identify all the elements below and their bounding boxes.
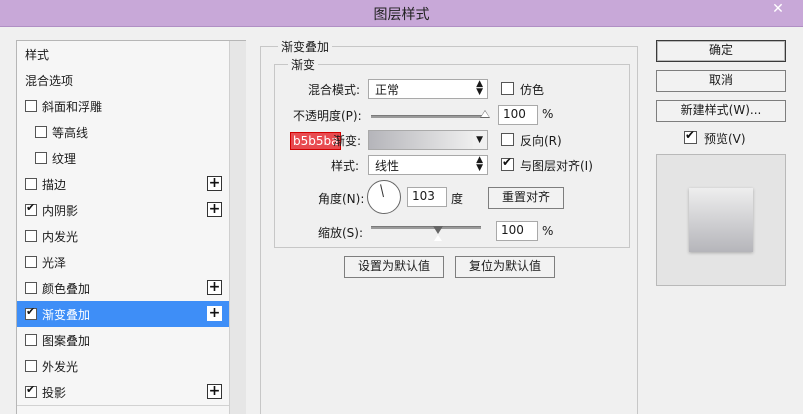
dither-checkbox[interactable] — [501, 82, 514, 95]
sidebar-item-label: 内发光 — [42, 230, 79, 244]
scale-slider-thumb[interactable] — [433, 226, 443, 241]
sidebar-item-label: 光泽 — [42, 256, 67, 270]
sidebar-item[interactable]: 渐变叠加 + — [17, 301, 229, 328]
sidebar-item-checkbox[interactable] — [35, 126, 47, 138]
opacity-unit: % — [542, 107, 554, 121]
opacity-label: 不透明度(P): — [293, 109, 362, 123]
ok-button[interactable]: 确定 — [656, 40, 786, 62]
sidebar-item[interactable]: 混合选项 — [17, 67, 229, 94]
sidebar-item[interactable]: 投影 + — [17, 379, 229, 406]
plus-icon[interactable]: + — [207, 384, 222, 399]
section-title: 渐变叠加 — [278, 38, 333, 55]
reverse-checkbox[interactable] — [501, 133, 514, 146]
sidebar-item[interactable]: 斜面和浮雕 — [17, 93, 229, 120]
sidebar-item[interactable]: 图案叠加 — [17, 327, 229, 354]
reset-align-button[interactable]: 重置对齐 — [488, 187, 564, 209]
align-with-layer-checkbox[interactable] — [501, 155, 514, 171]
angle-label: 角度(N): — [318, 192, 365, 206]
sidebar-item[interactable]: 外发光 — [17, 353, 229, 380]
close-icon[interactable]: ✕ — [763, 0, 793, 18]
sidebar-item-checkbox[interactable] — [25, 305, 37, 320]
set-default-button[interactable]: 设置为默认值 — [344, 256, 444, 278]
blend-mode-value: 正常 — [375, 83, 400, 97]
sidebar-item-checkbox[interactable] — [25, 230, 37, 242]
sidebar-item[interactable]: 描边 + — [17, 171, 229, 198]
sidebar-item[interactable]: 纹理 — [17, 145, 229, 172]
sidebar-item-label: 样式 — [25, 48, 50, 62]
sidebar-item-label: 混合选项 — [25, 74, 74, 88]
sidebar-item[interactable]: 颜色叠加 + — [17, 275, 229, 302]
style-label: 样式: — [331, 159, 360, 173]
angle-value: 103 — [412, 189, 435, 203]
updown-arrows-icon: ▲ ▼ — [476, 79, 483, 97]
sidebar-item-checkbox[interactable] — [25, 256, 37, 268]
gradient-swatch[interactable] — [369, 131, 473, 149]
scale-value: 100 — [501, 223, 524, 237]
plus-icon[interactable]: + — [207, 306, 222, 321]
dialog-title: 图层样式 — [373, 7, 430, 23]
reset-default-button[interactable]: 复位为默认值 — [455, 256, 555, 278]
sidebar-item[interactable]: 等高线 — [17, 119, 229, 146]
angle-input[interactable]: 103 — [407, 187, 447, 207]
cancel-button[interactable]: 取消 — [656, 70, 786, 92]
preview-box — [656, 154, 786, 286]
sidebar-item-checkbox[interactable] — [25, 282, 37, 294]
sidebar-item-checkbox[interactable] — [25, 201, 37, 216]
sidebar-item-label: 内阴影 — [42, 204, 79, 218]
style-value: 线性 — [375, 159, 400, 173]
gradient-label: 渐变: — [333, 134, 362, 148]
reverse-label: 反向(R) — [520, 134, 562, 148]
scale-input[interactable]: 100 — [496, 221, 538, 241]
angle-dial-needle — [380, 184, 384, 198]
plus-icon[interactable]: + — [207, 176, 222, 191]
dither-label: 仿色 — [520, 83, 545, 97]
scale-label: 缩放(S): — [318, 226, 364, 240]
sidebar-item-checkbox[interactable] — [25, 360, 37, 372]
angle-dial[interactable] — [367, 180, 401, 214]
sidebar-item[interactable]: 样式 — [17, 41, 229, 68]
sidebar-item-checkbox[interactable] — [35, 152, 47, 164]
opacity-input[interactable]: 100 — [498, 105, 538, 125]
new-style-button[interactable]: 新建样式(W)... — [656, 100, 786, 122]
scale-slider-track[interactable] — [371, 226, 481, 229]
plus-icon[interactable]: + — [207, 202, 222, 217]
scale-unit: % — [542, 224, 554, 238]
preview-checkbox[interactable] — [684, 128, 697, 144]
sidebar-item-label: 颜色叠加 — [42, 282, 91, 296]
sidebar-item[interactable]: 内发光 — [17, 223, 229, 250]
sidebar-item-checkbox[interactable] — [25, 383, 37, 398]
sidebar-item-checkbox[interactable] — [25, 178, 37, 190]
opacity-value: 100 — [503, 107, 526, 121]
sidebar-item-label: 渐变叠加 — [42, 308, 91, 322]
title-bar: 图层样式 ✕ — [0, 0, 803, 27]
styles-list: 样式混合选项斜面和浮雕等高线纹理描边 + 内阴影 + 内发光光泽颜色叠加 + 渐变叠加 + 图案… — [16, 40, 246, 414]
sidebar-item-label: 等高线 — [52, 126, 89, 140]
sidebar-item-label: 纹理 — [52, 152, 77, 166]
style-select[interactable]: 线性 ▲ ▼ — [368, 155, 488, 175]
opacity-slider-track[interactable] — [371, 115, 485, 118]
sidebar-item-label: 投影 — [42, 386, 67, 400]
gradient-picker[interactable]: ▼ — [368, 130, 488, 150]
sidebar-item[interactable]: 光泽 — [17, 249, 229, 276]
align-with-layer-label: 与图层对齐(I) — [520, 159, 593, 173]
blend-mode-label: 混合模式: — [308, 83, 361, 97]
layer-style-dialog: 图层样式 ✕ 样式混合选项斜面和浮雕等高线纹理描边 + 内阴影 + 内发光光泽颜色叠加 +… — [0, 0, 803, 414]
preview-label: 预览(V) — [704, 132, 746, 146]
updown-arrows-icon: ▲ ▼ — [476, 155, 483, 173]
sidebar-item-checkbox[interactable] — [25, 100, 37, 112]
sidebar-item-label: 斜面和浮雕 — [42, 100, 103, 114]
sidebar-item-label: 描边 — [42, 178, 67, 192]
sidebar-item[interactable]: 内阴影 + — [17, 197, 229, 224]
preview-thumbnail — [689, 188, 753, 252]
plus-icon[interactable]: + — [207, 280, 222, 295]
sidebar-item-label: 外发光 — [42, 360, 79, 374]
group-title: 渐变 — [288, 56, 319, 73]
opacity-slider-thumb[interactable] — [480, 110, 490, 118]
sidebar-item-checkbox[interactable] — [25, 334, 37, 346]
angle-unit: 度 — [451, 192, 464, 206]
chevron-down-icon[interactable]: ▼ — [476, 136, 483, 145]
blend-mode-select[interactable]: 正常 ▲ ▼ — [368, 79, 488, 99]
sidebar-item-label: 图案叠加 — [42, 334, 91, 348]
styles-list-scrollbar[interactable] — [229, 41, 246, 414]
